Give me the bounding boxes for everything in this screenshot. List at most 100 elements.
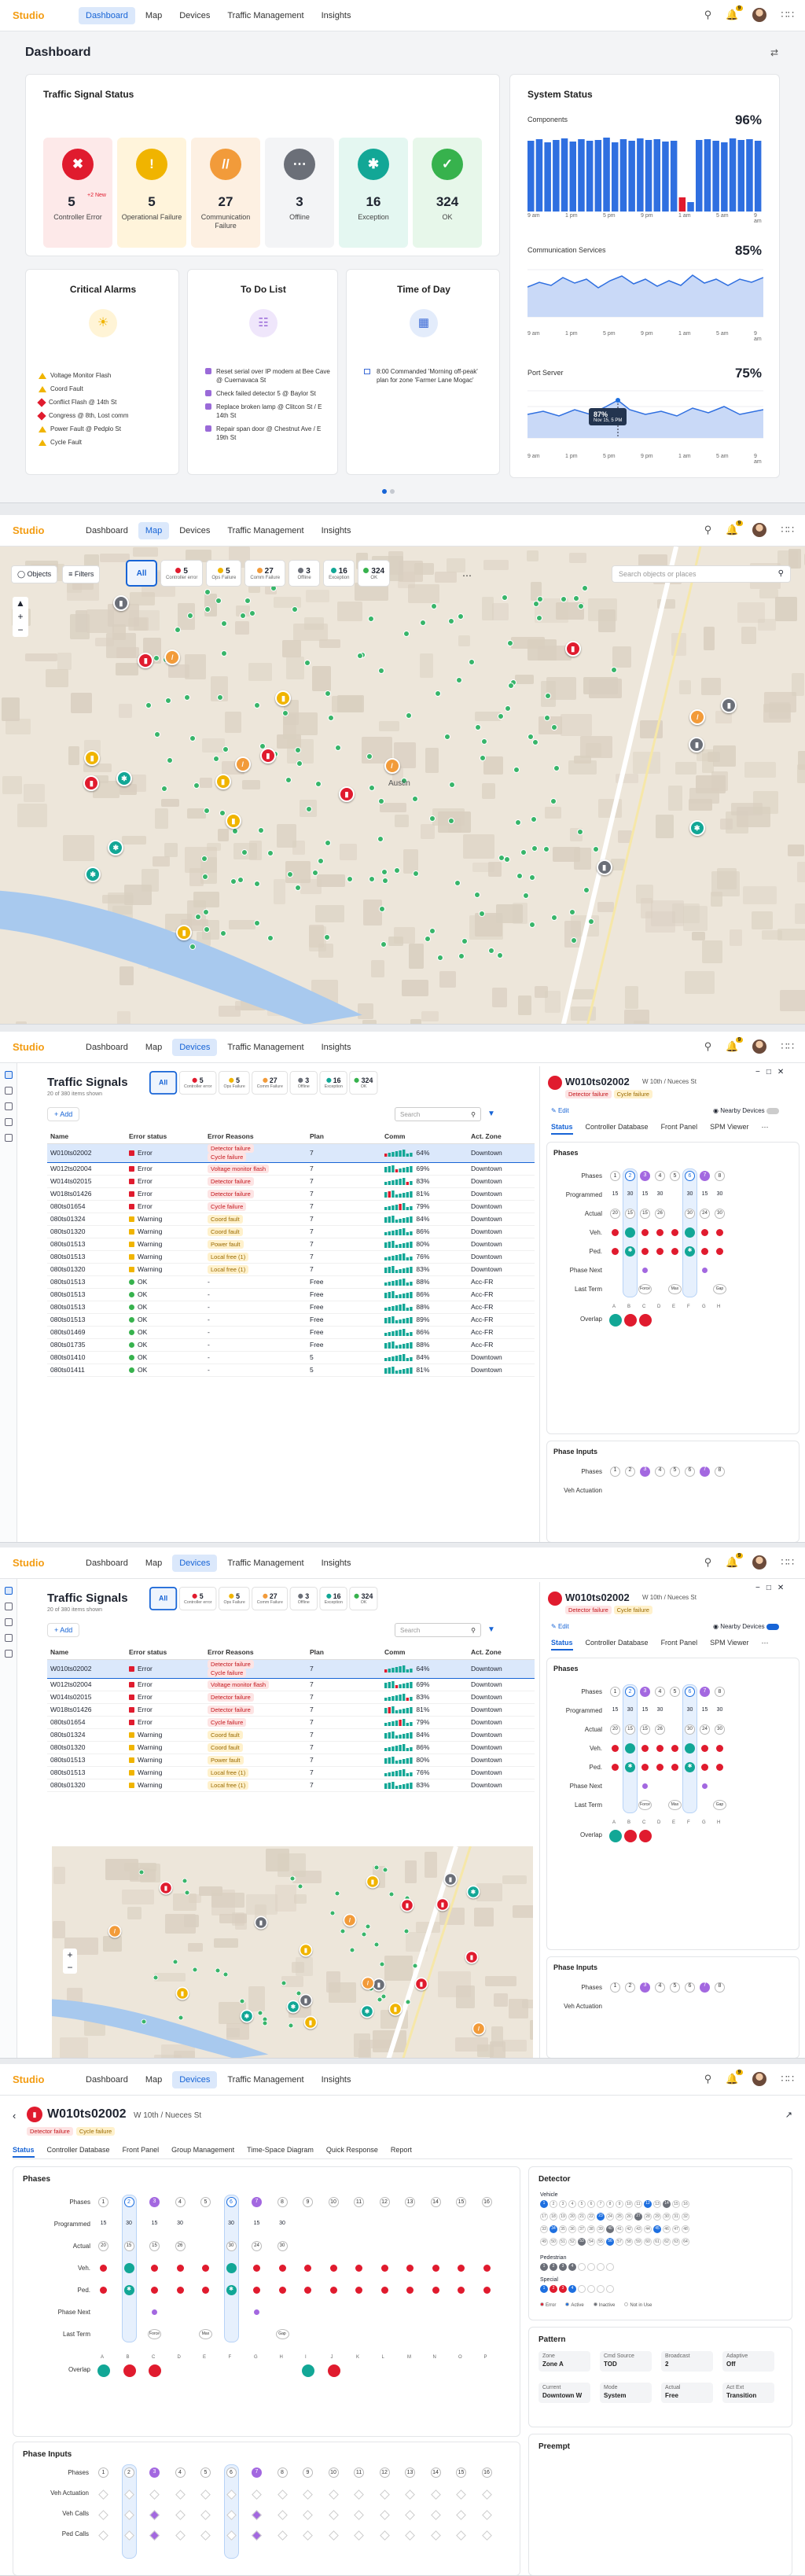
table-row[interactable]: W018ts01426 Error Detector failure 7 81% Dow… (47, 1703, 535, 1717)
vehicle-detector[interactable]: 10 (625, 2200, 633, 2208)
vehicle-detector[interactable]: 53 (578, 2238, 586, 2246)
vehicle-detector[interactable]: 26 (625, 2213, 633, 2221)
vehicle-detector[interactable]: 47 (672, 2225, 680, 2233)
vehicle-detector[interactable]: 11 (634, 2200, 642, 2208)
warning-signal-marker[interactable]: ▮ (215, 774, 231, 790)
todo-item[interactable]: Replace broken lamp @ Clitcon St / E 14t… (205, 403, 331, 420)
special-detector[interactable]: 8 (606, 2285, 614, 2293)
table-row[interactable]: 080ts01513 Warning Local free (1) 7 76% Down… (47, 1766, 535, 1779)
ok-signal-marker[interactable] (550, 797, 557, 804)
vehicle-detector[interactable]: 7 (597, 2200, 605, 2208)
phase-input-number[interactable]: 4 (655, 1982, 665, 1993)
vehicle-detector[interactable]: 2 (550, 2200, 557, 2208)
phase-input-number[interactable]: 5 (670, 1982, 680, 1993)
ped-detector[interactable]: 2 (550, 2263, 557, 2271)
back-arrow-icon[interactable]: ‹ (13, 2110, 16, 2122)
nearby-devices-toggle[interactable]: ◉ Nearby Devices (713, 1107, 779, 1114)
vehicle-detector[interactable]: 32 (682, 2213, 689, 2221)
vehicle-detector[interactable]: 12 (644, 2200, 652, 2208)
detail-tab[interactable]: Front Panel (661, 1123, 698, 1135)
ok-signal-marker[interactable] (294, 884, 301, 891)
ok-signal-marker[interactable] (145, 701, 152, 708)
exception-signal-marker[interactable]: ✱ (689, 819, 705, 836)
close-icon[interactable]: ✕ (777, 1584, 790, 1592)
vehicle-detector[interactable]: 18 (550, 2213, 557, 2221)
offline-signal-marker[interactable]: ▮ (689, 736, 705, 753)
table-row[interactable]: W014ts02015 Error Detector failure 7 83% Dow… (47, 1691, 535, 1704)
vehicle-detector[interactable]: 17 (540, 2213, 548, 2221)
table-row[interactable]: W012ts02004 Error Voltage monitor flash 7 6… (47, 1162, 535, 1176)
ok-signal-marker[interactable] (522, 892, 529, 900)
vehicle-detector[interactable]: 33 (540, 2225, 548, 2233)
special-detector[interactable]: 6 (587, 2285, 595, 2293)
vehicle-detector[interactable]: 57 (616, 2238, 623, 2246)
ped-detector[interactable]: 7 (597, 2263, 605, 2271)
phase-number[interactable]: 1 (610, 1171, 620, 1181)
filter-chip[interactable]: 5 Controller error (178, 1071, 217, 1095)
nav-devices[interactable]: Devices (172, 1039, 218, 1056)
phase-number[interactable]: 2 (625, 1687, 635, 1697)
filters-button[interactable]: ≡ Filters (62, 565, 101, 583)
close-icon[interactable]: ✕ (777, 1068, 790, 1076)
sign-icon[interactable] (4, 1118, 13, 1126)
filter-icon[interactable]: ▼ (487, 1625, 495, 1634)
ok-signal-marker[interactable] (592, 845, 599, 852)
filter-chip[interactable]: 324 OK (349, 1587, 378, 1610)
offline-signal-marker[interactable]: ▮ (721, 697, 737, 713)
phase-number[interactable]: 13 (405, 2197, 415, 2207)
table-row[interactable]: 080ts01513 OK - Free 88% Acc-FR (47, 1275, 535, 1289)
ped-detector[interactable]: 6 (587, 2263, 595, 2271)
apps-grid-icon[interactable]: ∷∷ (781, 524, 794, 536)
detail-tab[interactable]: Report (391, 2146, 412, 2158)
phase-input-number[interactable]: 5 (670, 1466, 680, 1477)
ok-signal-marker[interactable] (479, 754, 486, 761)
warning-signal-marker[interactable]: ▮ (303, 2015, 318, 2030)
ok-signal-marker[interactable] (373, 1864, 380, 1870)
phase-input-number[interactable]: 7 (700, 1466, 710, 1477)
ok-signal-marker[interactable] (203, 807, 210, 814)
status-tile[interactable]: ✖ 5 +2 New Controller Error (43, 138, 112, 248)
vehicle-detector[interactable]: 62 (663, 2238, 671, 2246)
sign-icon[interactable] (4, 1634, 13, 1642)
ok-signal-marker[interactable] (368, 876, 375, 883)
ok-signal-marker[interactable] (153, 1974, 159, 1981)
phase-input-number[interactable]: 16 (481, 2467, 492, 2478)
signal-icon[interactable] (4, 1071, 13, 1079)
nav-devices[interactable]: Devices (172, 2071, 218, 2088)
phase-input-number[interactable]: 12 (379, 2467, 390, 2478)
car-icon[interactable] (4, 1650, 13, 1658)
table-row[interactable]: W010ts02002 Error Detector failure Cycle fa… (47, 1143, 535, 1163)
ok-signal-marker[interactable] (583, 886, 590, 893)
list-search-input[interactable]: Search ⚲ (395, 1623, 481, 1637)
ok-signal-marker[interactable] (393, 867, 400, 874)
filter-icon[interactable]: ▼ (487, 1110, 495, 1118)
ok-signal-marker[interactable] (287, 870, 294, 878)
avatar[interactable] (752, 2072, 767, 2086)
phase-input-number[interactable]: 3 (640, 1982, 650, 1993)
avatar[interactable] (752, 8, 767, 22)
ok-signal-marker[interactable] (528, 921, 535, 928)
detail-tab[interactable]: Front Panel (123, 2146, 160, 2158)
table-row[interactable]: 080ts01735 OK - Free 88% Acc-FR (47, 1338, 535, 1352)
vehicle-detector[interactable]: 37 (578, 2225, 586, 2233)
filter-chip[interactable]: 16 Exception (323, 560, 355, 587)
avatar[interactable] (752, 523, 767, 537)
vehicle-detector[interactable]: 15 (672, 2200, 680, 2208)
filter-chip[interactable]: 3 Offline (289, 560, 321, 587)
alarm-item[interactable]: Congress @ 8th, Lost comm (37, 409, 129, 422)
filter-chip[interactable]: 5 Controller error (160, 560, 204, 587)
ok-signal-marker[interactable] (553, 764, 560, 771)
ok-signal-marker[interactable] (461, 937, 468, 944)
nav-traffic-management[interactable]: Traffic Management (220, 1039, 311, 1056)
status-tile[interactable]: ✱ 16 Exception (339, 138, 408, 248)
ped-detector[interactable]: 5 (578, 2263, 586, 2271)
search-icon[interactable]: ⚲ (778, 569, 784, 578)
ok-signal-marker[interactable] (458, 953, 465, 960)
apps-grid-icon[interactable]: ∷∷ (781, 1556, 794, 1569)
vehicle-detector[interactable]: 40 (606, 2225, 614, 2233)
filter-chip[interactable]: 324 OK (349, 1071, 378, 1095)
sensor-icon[interactable] (4, 1102, 13, 1110)
alarm-item[interactable]: Conflict Flash @ 14th St (37, 396, 129, 409)
ok-signal-marker[interactable] (241, 848, 248, 856)
table-row[interactable]: 080ts01410 OK -5 84% Downtown (47, 1351, 535, 1364)
